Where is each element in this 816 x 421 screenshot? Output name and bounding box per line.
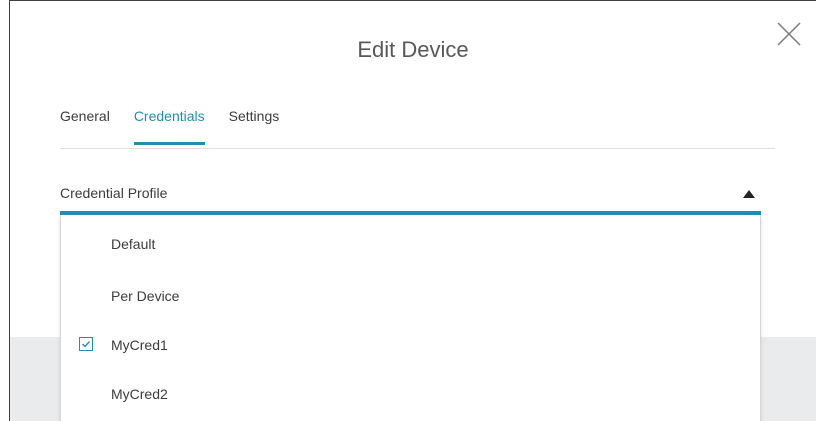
tab-bar: General Credentials Settings: [60, 107, 303, 147]
credential-profile-label: Credential Profile: [60, 185, 168, 201]
checkbox-checked-icon[interactable]: [79, 337, 93, 351]
tab-settings[interactable]: Settings: [229, 107, 280, 147]
option-label: Default: [111, 236, 156, 252]
credential-profile-select[interactable]: Credential Profile: [60, 179, 761, 215]
option-mycred2[interactable]: MyCred2: [61, 369, 760, 419]
edit-device-dialog: Edit Device General Credentials Settings…: [9, 0, 816, 421]
option-label: MyCred1: [111, 337, 168, 353]
credential-profile-dropdown: Default Per Device MyCred1 MyCred2: [60, 215, 761, 421]
checkmark-icon: [82, 341, 91, 348]
close-button[interactable]: [776, 21, 802, 47]
close-icon: [777, 22, 801, 46]
tab-credentials[interactable]: Credentials: [133, 107, 205, 147]
option-default[interactable]: Default: [61, 219, 760, 269]
option-label: Per Device: [111, 288, 180, 304]
option-mycred1[interactable]: MyCred1: [61, 320, 760, 370]
option-label: MyCred2: [111, 386, 168, 402]
tab-divider: [60, 148, 775, 149]
tab-general[interactable]: General: [60, 107, 110, 147]
dialog-title: Edit Device: [357, 37, 469, 62]
option-per-device[interactable]: Per Device: [61, 271, 760, 321]
caret-up-icon: [743, 190, 755, 198]
